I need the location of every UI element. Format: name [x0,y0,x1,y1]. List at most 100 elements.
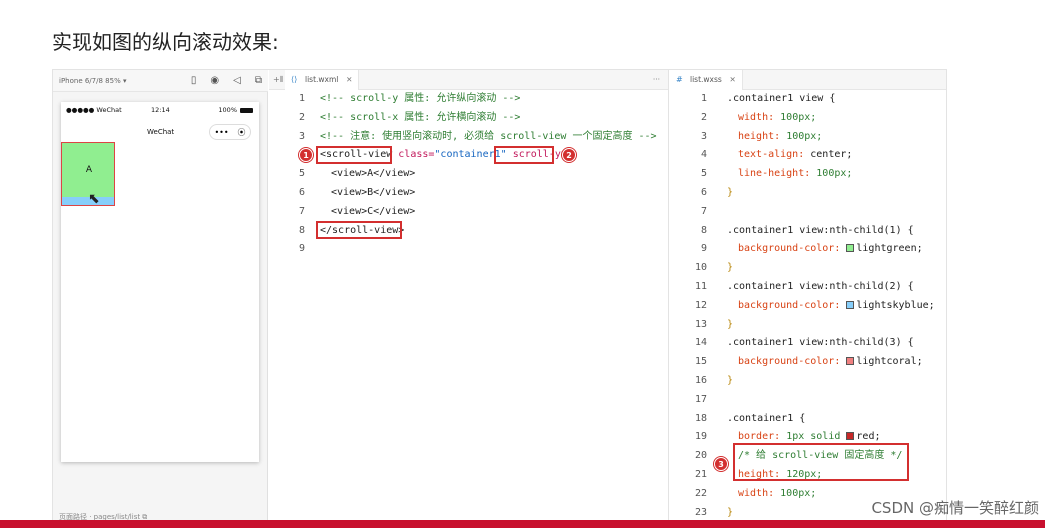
code-line[interactable]: 12 background-color: lightskyblue; [670,297,946,316]
code-line[interactable]: 7 [670,203,946,222]
code-token: } [727,262,734,274]
bottom-bar [0,520,1045,528]
code-line[interactable]: 16} [670,372,946,391]
line-number: 7 [700,205,707,217]
close-target-icon[interactable]: ⦿ [238,127,246,138]
highlight-fixed-height [733,443,909,481]
line-number: 5 [298,168,305,180]
close-icon[interactable]: ✕ [730,70,736,90]
clock-label: 12:14 [151,106,170,114]
more-icon[interactable]: ••• [214,128,228,137]
wxml-tabbar: +⫴ ⟨⟩ list.wxml ✕ ··· [269,70,668,90]
tab-list-wxml[interactable]: ⟨⟩ list.wxml ✕ [285,70,360,90]
code-token: .container1 view { [727,93,836,104]
code-token: lightcoral; [856,356,923,368]
code-token: text-align: center; [738,146,852,165]
code-line[interactable]: 7 <view>C</view> [269,203,668,222]
code-token: background-color: [738,356,841,368]
code-token: width: 100px; [738,485,816,504]
split-editor-icon[interactable]: +⫴ [273,70,283,90]
code-line[interactable]: 14 .container1 view:nth-child(3) { [670,334,946,353]
code-token: lightgreen; [856,243,923,255]
code-line[interactable]: 4 text-align: center; [670,146,946,165]
volume-icon[interactable]: ◁ [233,70,241,92]
code-line[interactable]: 15 background-color: lightcoral; [670,353,946,372]
code-line[interactable]: 2 width: 100px; [670,109,946,128]
badge-1: 1 [299,148,313,162]
code-line[interactable]: 6} [670,184,946,203]
code-line[interactable]: 17 [670,391,946,410]
window-icon[interactable]: ⧉ [255,70,262,92]
highlight-scroll-view-close [316,221,402,239]
code-token: } [727,318,734,330]
code-line[interactable]: 11 .container1 view:nth-child(2) { [670,278,946,297]
code-line[interactable]: 1 .container1 view { [670,90,946,109]
menu-capsule[interactable]: ••• ⦿ [209,124,251,140]
code-line[interactable]: 6 <view>B</view> [269,184,668,203]
code-token: lightskyblue; [856,299,935,311]
line-number: 11 [694,280,707,292]
code-token: } [727,506,734,518]
mouse-cursor-icon: ⬉ [88,191,100,206]
code-token: <view>C</view> [331,205,416,217]
code-line[interactable]: 5 <view>A</view> [269,165,668,184]
code-line[interactable]: 9 [269,240,668,259]
line-number: 6 [700,186,707,198]
code-token: text-align: [738,149,805,161]
tab-list-wxss[interactable]: # list.wxss ✕ [670,70,743,90]
code-token: <!-- scroll-y 属性: 允许纵向滚动 --> [320,93,521,104]
code-token: .container1 view:nth-child(1) { [727,222,914,241]
code-line[interactable]: 2 <!-- scroll-x 属性: 允许横向滚动 --> [269,109,668,128]
scroll-view-preview[interactable]: A B ⬉ [61,142,115,206]
nav-title: WeChat [147,128,175,136]
device-select[interactable]: iPhone 6/7/8 85% ▾ [59,77,126,85]
code-line[interactable]: 3 <!-- 注意: 使用竖向滚动时, 必须给 scroll-view 一个固定高… [269,128,668,147]
badge-3: 3 [714,457,728,471]
code-token: 100px; [786,130,823,142]
color-swatch-red [846,432,855,441]
line-number: 2 [700,111,707,123]
code-line[interactable]: 5 line-height: 100px; [670,165,946,184]
close-icon[interactable]: ✕ [346,70,352,90]
code-line[interactable]: 13} [670,316,946,335]
code-line[interactable]: 10} [670,259,946,278]
code-token: background-color: lightgreen; [738,240,923,259]
record-icon[interactable]: ◉ [210,70,219,92]
simulator-toolbar: iPhone 6/7/8 85% ▾ ▯ ◉ ◁ ⧉ [53,70,268,92]
code-line[interactable]: 3 height: 100px; [670,128,946,147]
more-actions-icon[interactable]: ··· [653,70,660,90]
code-token: 1px solid [786,431,841,443]
code-token: background-color: [738,299,841,311]
phone-icon[interactable]: ▯ [191,70,197,92]
code-token: <!-- scroll-x 属性: 允许横向滚动 --> [320,111,521,123]
code-token: background-color: lightcoral; [738,353,923,372]
carrier-label: ●●●●● WeChat [66,106,122,114]
code-line[interactable]: 9 background-color: lightgreen; [670,240,946,259]
color-swatch-lightgreen [846,244,855,253]
wxss-tabbar: # list.wxss ✕ [670,70,946,90]
line-number: 18 [694,412,707,424]
code-token: line-height: 100px; [738,165,852,184]
code-token: 100px; [780,487,817,499]
code-line[interactable]: 8 .container1 view:nth-child(1) { [670,222,946,241]
code-token: } [727,186,734,198]
color-swatch-lightskyblue [846,300,855,309]
code-token: .container1 view:nth-child(2) { [727,278,914,297]
line-number: 16 [694,374,707,386]
code-token: red; [856,431,881,443]
watermark: CSDN @痴情一笑醉红颜 [871,499,1039,517]
code-line[interactable]: 1 <!-- scroll-y 属性: 允许纵向滚动 --> [269,90,668,109]
line-number: 1 [298,93,305,104]
code-token: line-height: [738,168,811,180]
code-line[interactable]: 18 .container1 { [670,410,946,429]
tab-label: list.wxml [305,75,339,84]
line-number: 9 [298,243,305,255]
code-token: .container1 view:nth-child(3) { [727,337,914,349]
line-number: 10 [694,262,707,274]
code-token: .container1 { [727,410,805,429]
code-token: .container1 view:nth-child(3) { [727,334,914,353]
code-token: background-color: lightskyblue; [738,297,935,316]
code-token: 100px; [780,111,817,123]
code-token: <!-- 注意: 使用竖向滚动时, 必须给 scroll-view 一个固定高度… [320,130,657,142]
color-swatch-lightcoral [846,357,855,366]
